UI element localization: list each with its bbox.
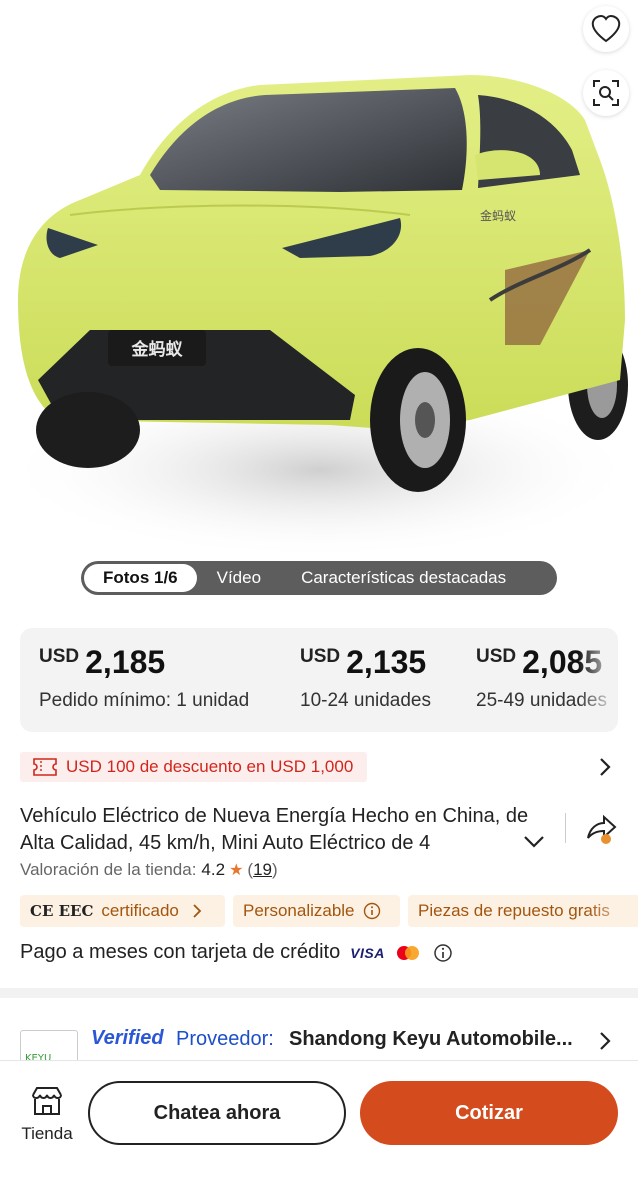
media-tabs: Fotos 1/6 Vídeo Características destacad… [81, 561, 557, 595]
rating-label: Valoración de la tienda: [20, 860, 197, 879]
supplier-logo: KEYU [20, 1030, 78, 1060]
side-badge-text: 金蚂蚁 [480, 208, 516, 223]
mastercard-icon [395, 945, 421, 961]
rating-value: 4.2 [201, 860, 226, 879]
info-icon [363, 902, 380, 920]
price-tier-1: USD 2,185 Pedido mínimo: 1 unidad [39, 644, 249, 712]
tier-currency: USD [300, 646, 341, 667]
feature-tags: CE EEC certificado Personalizable Piezas… [20, 895, 638, 927]
tier-currency: USD [476, 646, 517, 667]
star-icon: ★ [229, 862, 244, 879]
tier-quantity: 10-24 unidades [300, 690, 431, 711]
visa-logo: VISA [350, 944, 385, 961]
product-image-gallery[interactable]: 金蚂蚁 金蚂蚁 Fotos 1/6 Vídeo Características … [0, 0, 638, 612]
chat-now-button[interactable]: Chatea ahora [88, 1081, 346, 1145]
brand-badge-text: 金蚂蚁 [131, 339, 184, 360]
chevron-right-icon [193, 904, 202, 918]
tier-price: 2,185 [85, 644, 166, 680]
tag-label: Piezas de repuesto gratis [418, 901, 610, 920]
tab-photos[interactable]: Fotos 1/6 [84, 564, 197, 592]
store-rating: Valoración de la tienda: 4.2 ★ (19) [20, 860, 278, 880]
payment-text: Pago a meses con tarjeta de crédito [20, 941, 341, 963]
tier-price: 2,135 [346, 644, 427, 680]
tag-certified[interactable]: CE EEC certificado [20, 895, 225, 927]
store-button[interactable]: Tienda [18, 1085, 76, 1144]
scroll-fade [588, 895, 638, 927]
discount-text: USD 100 de descuento en USD 1,000 [66, 757, 354, 776]
chevron-down-icon[interactable] [522, 834, 546, 850]
tab-highlights[interactable]: Características destacadas [301, 564, 506, 592]
tag-customizable[interactable]: Personalizable [233, 895, 400, 927]
tier-currency: USD [39, 646, 80, 667]
chevron-right-icon[interactable] [598, 756, 612, 778]
store-label: Tienda [21, 1124, 73, 1143]
heart-icon [591, 15, 621, 43]
chevron-right-icon [600, 1032, 611, 1050]
store-icon [32, 1087, 62, 1115]
divider [565, 813, 566, 843]
scroll-fade [578, 628, 618, 732]
payment-info: Pago a meses con tarjeta de crédito VISA [20, 941, 453, 964]
tag-label: Personalizable [243, 901, 355, 920]
discount-badge: USD 100 de descuento en USD 1,000 [20, 752, 368, 782]
section-divider [0, 988, 638, 998]
image-search-button[interactable] [583, 70, 629, 116]
product-image[interactable]: 金蚂蚁 金蚂蚁 [0, 0, 638, 612]
tier-quantity: Pedido mínimo: 1 unidad [39, 690, 250, 711]
share-icon[interactable] [584, 812, 618, 846]
supplier-name: Shandong Keyu Automobile... [289, 1028, 573, 1050]
tag-spare-parts[interactable]: Piezas de repuesto gratis [408, 895, 638, 927]
tag-label: certificado [101, 901, 179, 920]
verified-badge: Verified [91, 1027, 164, 1049]
favorite-button[interactable] [583, 6, 629, 52]
provider-label: Proveedor: [176, 1028, 274, 1050]
discount-row[interactable]: USD 100 de descuento en USD 1,000 [20, 752, 618, 782]
price-tiers: USD 2,185 Pedido mínimo: 1 unidad USD 2,13… [20, 628, 618, 732]
product-title: Vehículo Eléctrico de Nueva Energía Hech… [20, 805, 529, 854]
coupon-icon [33, 758, 57, 776]
quote-button[interactable]: Cotizar [360, 1081, 618, 1145]
ce-eec-mark: CE EEC [30, 902, 94, 920]
supplier-row[interactable]: KEYU Verified Proveedor: Shandong Keyu A… [0, 998, 638, 1060]
rating-count[interactable]: 19 [253, 860, 272, 880]
tab-video[interactable]: Vídeo [217, 564, 261, 592]
image-search-icon [593, 80, 619, 106]
svg-text:KEYU: KEYU [25, 1053, 51, 1060]
price-tier-2: USD 2,135 10-24 unidades [300, 644, 431, 712]
info-icon[interactable] [433, 943, 453, 963]
bottom-action-bar: Tienda Chatea ahora Cotizar [0, 1060, 638, 1200]
